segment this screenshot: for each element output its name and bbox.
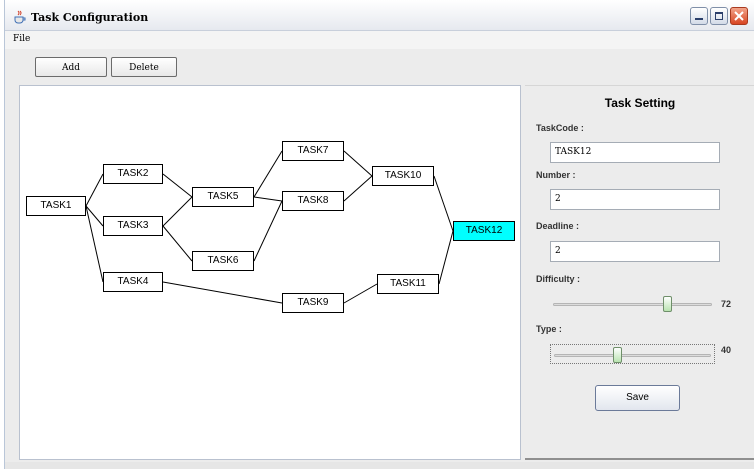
difficulty-slider[interactable] xyxy=(550,294,715,314)
difficulty-label: Difficulty : xyxy=(536,274,580,284)
edge-task1-task2 xyxy=(85,173,104,207)
task-node-task12[interactable]: TASK12 xyxy=(453,221,515,241)
maximize-button[interactable] xyxy=(710,7,728,25)
task-node-task4[interactable]: TASK4 xyxy=(103,272,163,292)
type-slider[interactable] xyxy=(550,344,715,364)
edge-task3-task6 xyxy=(162,225,193,262)
difficulty-slider-thumb[interactable] xyxy=(662,296,672,312)
deadline-label: Deadline : xyxy=(536,221,580,231)
edge-task1-task4 xyxy=(85,205,104,283)
taskcode-field[interactable]: TASK12 xyxy=(550,142,720,163)
close-icon xyxy=(734,11,744,21)
number-label: Number : xyxy=(536,170,576,180)
main-window: Task Configuration File Add Delete TASK1… xyxy=(4,0,754,469)
type-value: 40 xyxy=(721,345,732,355)
task-node-task8[interactable]: TASK8 xyxy=(282,191,344,211)
edge-task11-task12 xyxy=(438,230,454,285)
edge-task4-task9 xyxy=(162,281,283,304)
menu-bar: File xyxy=(5,31,754,49)
type-label: Type : xyxy=(536,324,562,334)
edge-task5-task8 xyxy=(253,196,283,202)
deadline-field[interactable]: 2 xyxy=(550,241,720,262)
minimize-icon xyxy=(695,18,703,20)
add-button[interactable]: Add xyxy=(35,57,107,77)
task-setting-panel: Task Setting TaskCode : TASK12 Number : … xyxy=(525,85,754,460)
type-slider-track xyxy=(554,354,711,357)
difficulty-slider-track xyxy=(553,303,712,306)
taskcode-label: TaskCode : xyxy=(536,123,584,133)
task-node-task7[interactable]: TASK7 xyxy=(282,141,344,161)
difficulty-value: 72 xyxy=(721,299,732,309)
panel-title: Task Setting xyxy=(604,96,676,110)
task-node-task5[interactable]: TASK5 xyxy=(192,187,254,207)
task-node-task10[interactable]: TASK10 xyxy=(372,166,434,186)
java-cup-icon xyxy=(14,10,26,24)
window-title: Task Configuration xyxy=(31,11,149,24)
task-node-task1[interactable]: TASK1 xyxy=(26,196,86,216)
edge-task6-task8 xyxy=(253,200,283,262)
delete-button[interactable]: Delete xyxy=(111,57,177,77)
task-node-task11[interactable]: TASK11 xyxy=(377,274,439,294)
task-node-task3[interactable]: TASK3 xyxy=(103,216,163,236)
task-graph-canvas[interactable]: TASK1 TASK2 TASK3 TASK4 TASK5 TASK6 TASK… xyxy=(19,85,521,460)
task-node-task6[interactable]: TASK6 xyxy=(192,251,254,271)
close-button[interactable] xyxy=(730,7,748,25)
save-button[interactable]: Save xyxy=(595,385,680,411)
type-slider-thumb[interactable] xyxy=(613,347,623,363)
title-bar: Task Configuration xyxy=(5,0,754,31)
edge-task2-task5 xyxy=(162,173,193,198)
minimize-button[interactable] xyxy=(690,7,708,25)
task-node-task9[interactable]: TASK9 xyxy=(282,293,344,313)
edge-task9-task11 xyxy=(343,283,378,304)
edge-task7-task10 xyxy=(343,150,373,177)
status-strip xyxy=(5,462,754,469)
edge-task5-task7 xyxy=(253,150,283,198)
edge-task3-task5 xyxy=(162,196,193,227)
number-field[interactable]: 2 xyxy=(550,189,720,210)
edge-task10-task12 xyxy=(433,175,454,232)
graph-edges xyxy=(85,150,454,304)
task-node-task2[interactable]: TASK2 xyxy=(103,164,163,184)
menu-file[interactable]: File xyxy=(13,34,30,44)
maximize-icon xyxy=(715,12,723,20)
edge-task8-task10 xyxy=(343,175,373,202)
